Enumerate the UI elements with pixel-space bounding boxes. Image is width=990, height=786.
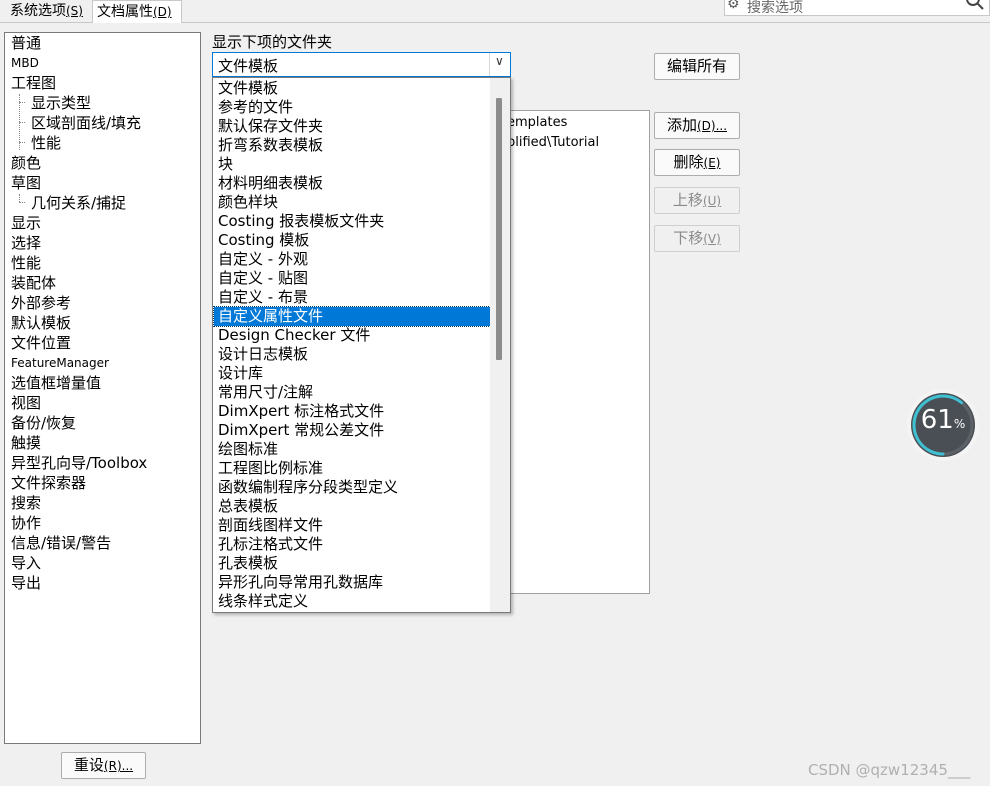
tree-item-general[interactable]: 普通 xyxy=(11,33,41,53)
gear-icon[interactable]: ⚙ xyxy=(727,0,740,12)
dropdown-option[interactable]: Costing 模板 xyxy=(214,231,490,250)
tree-item-relations-snaps[interactable]: 几何关系/捕捉 xyxy=(31,193,126,213)
folder-path-item[interactable]: plified\Tutorial xyxy=(507,135,599,150)
dropdown-option[interactable]: 线条样式定义 xyxy=(214,592,490,611)
delete-button[interactable]: 删除(E) xyxy=(654,149,740,176)
add-button[interactable]: 添加(D)... xyxy=(654,112,740,139)
dropdown-option-selected[interactable]: 自定义属性文件 xyxy=(213,306,491,327)
tree-item-export[interactable]: 导出 xyxy=(11,573,41,593)
dropdown-option[interactable]: 孔表模板 xyxy=(214,554,490,573)
edit-all-button[interactable]: 编辑所有 xyxy=(654,53,740,80)
tree-item-default-templates[interactable]: 默认模板 xyxy=(11,313,71,333)
chevron-down-icon: ∨ xyxy=(495,54,504,68)
tree-item-assemblies[interactable]: 装配体 xyxy=(11,273,56,293)
delete-accel: (E) xyxy=(703,156,721,170)
folder-type-select[interactable]: 文件模板 ∨ xyxy=(212,52,511,77)
tree-item-view[interactable]: 视图 xyxy=(11,393,41,413)
dropdown-option[interactable]: 块 xyxy=(214,155,490,174)
tree-item-selection[interactable]: 选择 xyxy=(11,233,41,253)
dropdown-option[interactable]: 设计日志模板 xyxy=(214,345,490,364)
reset-button[interactable]: 重设(R)... xyxy=(61,752,146,779)
tab-system-options[interactable]: 系统选项(S) xyxy=(6,0,92,22)
tab-label: 系统选项 xyxy=(10,3,66,19)
tree-item-featuremanager[interactable]: FeatureManager xyxy=(11,353,109,373)
move-up-button[interactable]: 上移(U) xyxy=(654,187,740,214)
tab-accel: (D) xyxy=(153,5,172,19)
dropdown-option[interactable]: 函数编制程序分段类型定义 xyxy=(214,478,490,497)
tree-item-external-references[interactable]: 外部参考 xyxy=(11,293,71,313)
dropdown-option[interactable]: 常用尺寸/注解 xyxy=(214,383,490,402)
dropdown-option[interactable]: DimXpert 标注格式文件 xyxy=(214,402,490,421)
dropdown-option[interactable]: 默认保存文件夹 xyxy=(214,117,490,136)
dropdown-option[interactable]: 自定义 - 布景 xyxy=(214,288,490,307)
tree-item-spin-box-increments[interactable]: 选值框增量值 xyxy=(11,373,101,393)
tab-accel: (S) xyxy=(66,4,83,18)
move-down-accel: (V) xyxy=(703,232,721,246)
tree-item-search[interactable]: 搜索 xyxy=(11,493,41,513)
tree-item-area-hatch[interactable]: 区域剖面线/填充 xyxy=(31,113,141,133)
dropdown-option[interactable]: 材料明细表模板 xyxy=(214,174,490,193)
tab-label: 文档属性 xyxy=(97,4,153,20)
tree-item-sketch[interactable]: 草图 xyxy=(11,173,41,193)
dropdown-option[interactable]: DimXpert 常规公差文件 xyxy=(214,421,490,440)
tree-item-hole-wizard-toolbox[interactable]: 异型孔向导/Toolbox xyxy=(11,453,147,473)
move-up-accel: (U) xyxy=(702,194,722,208)
tree-item-mbd[interactable]: MBD xyxy=(11,53,39,73)
show-folders-label: 显示下项的文件夹 xyxy=(212,33,333,51)
dropdown-scrollbar[interactable] xyxy=(490,78,510,612)
folder-path-item[interactable]: emplates xyxy=(507,115,567,130)
move-down-label: 下移 xyxy=(673,229,704,247)
dropdown-option[interactable]: 孔标注格式文件 xyxy=(214,535,490,554)
gauge-value: 61% xyxy=(906,405,980,435)
dropdown-toggle[interactable]: ∨ xyxy=(489,53,510,76)
gauge-unit: % xyxy=(953,417,966,431)
dropdown-option[interactable]: 参考的文件 xyxy=(214,98,490,117)
move-up-label: 上移 xyxy=(672,191,703,209)
dropdown-option[interactable]: 自定义 - 贴图 xyxy=(214,269,490,288)
delete-label: 删除 xyxy=(673,153,704,171)
search-placeholder: 搜索选项 xyxy=(747,0,803,16)
tree-item-touch[interactable]: 触摸 xyxy=(11,433,41,453)
dropdown-option[interactable]: 设计库 xyxy=(214,364,490,383)
search-input[interactable]: ⚙ 搜索选项 xyxy=(724,0,990,16)
dropdown-option[interactable]: 剖面线图样文件 xyxy=(214,516,490,535)
dropdown-option[interactable]: 绘图标准 xyxy=(214,440,490,459)
add-label: 添加 xyxy=(666,116,697,134)
dropdown-option[interactable]: 异形孔向导常用孔数据库 xyxy=(214,573,490,592)
reset-label: 重设 xyxy=(73,756,104,774)
tab-document-properties[interactable]: 文档属性(D) xyxy=(92,0,182,23)
folder-type-value: 文件模板 xyxy=(218,57,279,75)
reset-accel: (R)... xyxy=(103,759,134,773)
tree-item-performance[interactable]: 性能 xyxy=(11,253,41,273)
tree-item-file-locations[interactable]: 文件位置 xyxy=(11,333,71,353)
dropdown-option[interactable]: 自定义 - 外观 xyxy=(214,250,490,269)
options-tree[interactable]: 普通 MBD 工程图 显示类型 区域剖面线/填充 性能 颜色 草图 几何关系/捕… xyxy=(4,32,201,744)
scrollbar-thumb[interactable] xyxy=(496,98,502,360)
move-down-button[interactable]: 下移(V) xyxy=(654,225,740,252)
dropdown-option[interactable]: 折弯系数表模板 xyxy=(214,136,490,155)
watermark: CSDN @qzw12345___ xyxy=(808,761,971,779)
tree-item-import[interactable]: 导入 xyxy=(11,553,41,573)
dropdown-option[interactable]: Costing 报表模板文件夹 xyxy=(214,212,490,231)
gauge-number: 61 xyxy=(920,405,954,435)
tab-bar: 系统选项(S) 文档属性(D) ⚙ 搜索选项 xyxy=(0,0,990,23)
tree-item-display-type[interactable]: 显示类型 xyxy=(31,93,91,113)
dropdown-option[interactable]: Design Checker 文件 xyxy=(214,326,490,345)
folder-path-list[interactable]: emplates plified\Tutorial xyxy=(506,110,650,594)
tree-item-drawing-performance[interactable]: 性能 xyxy=(31,133,61,153)
tree-item-backup-recover[interactable]: 备份/恢复 xyxy=(11,413,76,433)
dropdown-option[interactable]: 颜色样块 xyxy=(214,193,490,212)
tree-item-file-explorer[interactable]: 文件探索器 xyxy=(11,473,86,493)
dropdown-option[interactable]: 总表模板 xyxy=(214,497,490,516)
tree-item-messages[interactable]: 信息/错误/警告 xyxy=(11,533,111,553)
tree-item-drawings[interactable]: 工程图 xyxy=(11,73,56,93)
tree-item-display[interactable]: 显示 xyxy=(11,213,41,233)
folder-type-dropdown[interactable]: 文件模板 参考的文件 默认保存文件夹 折弯系数表模板 块 材料明细表模板 颜色样… xyxy=(212,77,511,613)
tree-item-collaboration[interactable]: 协作 xyxy=(11,513,41,533)
tree-item-colors[interactable]: 颜色 xyxy=(11,153,41,173)
search-icon[interactable] xyxy=(965,0,985,11)
dropdown-option[interactable]: 文件模板 xyxy=(214,79,490,98)
add-accel: (D)... xyxy=(696,119,728,133)
dropdown-option[interactable]: 工程图比例标准 xyxy=(214,459,490,478)
